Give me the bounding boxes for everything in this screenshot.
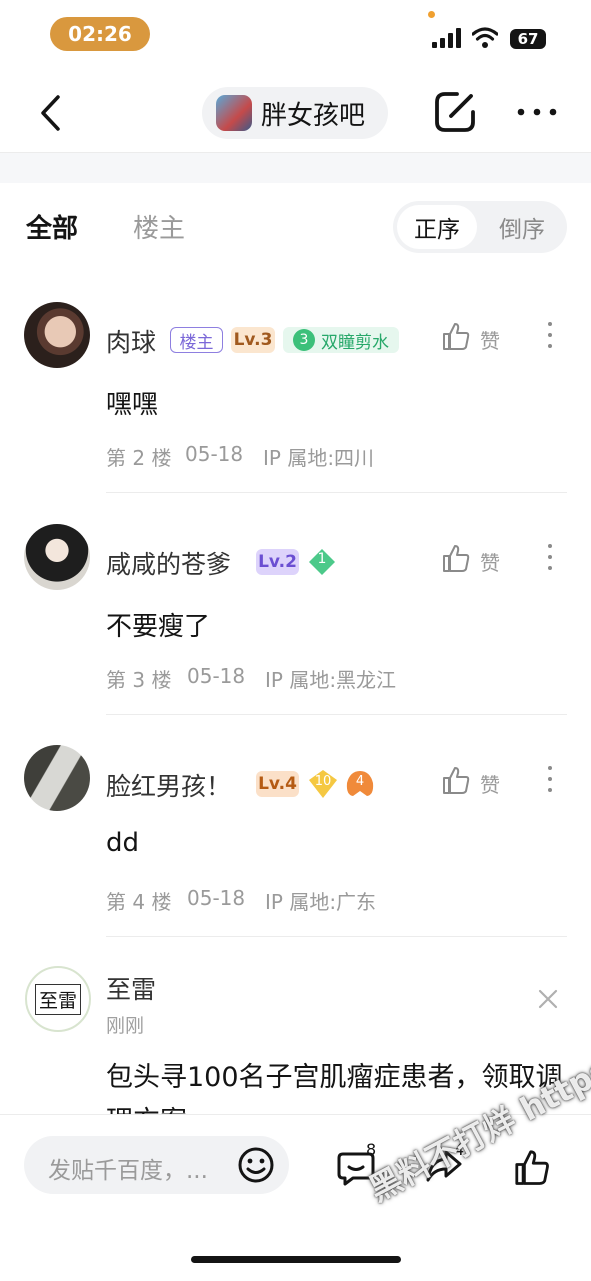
tab-all[interactable]: 全部	[26, 208, 78, 245]
op-badge: 楼主	[170, 327, 223, 353]
signal-icon	[432, 28, 464, 48]
special-badge-level: 4	[355, 774, 365, 789]
comment-floor: 第 3 楼	[106, 668, 172, 692]
fan-title: 双瞳剪水	[321, 332, 389, 353]
comment-more-icon[interactable]	[547, 544, 553, 572]
privacy-indicator-dot	[428, 11, 435, 18]
comment-more-icon[interactable]	[547, 322, 553, 350]
like-label[interactable]: 赞	[480, 547, 500, 576]
comment-floor: 第 4 楼	[106, 890, 172, 914]
fan-level: 1	[317, 551, 327, 567]
ad-name[interactable]: 至雷	[106, 970, 156, 1006]
fan-title-badge: 3 双瞳剪水	[283, 327, 399, 353]
fan-level-gem-icon: 3	[293, 329, 315, 351]
edit-post-icon[interactable]	[433, 90, 477, 134]
fan-level: 10	[314, 774, 332, 789]
avatar[interactable]	[24, 745, 90, 811]
fan-level-gem-icon: 1	[307, 548, 337, 576]
comment-ip: IP 属地:黑龙江	[265, 668, 397, 692]
comment-date: 05-18	[187, 886, 246, 910]
comment-more-icon[interactable]	[547, 766, 553, 794]
special-badge-icon: 4	[344, 769, 376, 799]
wifi-icon	[472, 27, 498, 48]
comment-ip: IP 属地:广东	[265, 890, 377, 914]
comment-text: 不要瘦了	[106, 612, 211, 642]
comment-divider	[106, 492, 567, 493]
forum-title-pill[interactable]: 胖女孩吧	[202, 87, 388, 139]
forum-avatar	[216, 95, 252, 131]
emoji-icon[interactable]	[237, 1146, 275, 1184]
comment-ip: IP 属地:四川	[263, 446, 375, 470]
comment-text: dd	[106, 828, 140, 858]
comment-date: 05-18	[187, 664, 246, 688]
sort-ascending-button[interactable]: 正序	[397, 205, 477, 249]
tab-op-only[interactable]: 楼主	[133, 208, 185, 245]
comment-divider	[106, 936, 567, 937]
comment-username[interactable]: 脸红男孩！	[106, 767, 231, 803]
close-icon[interactable]	[537, 988, 559, 1010]
avatar[interactable]	[24, 302, 90, 368]
reply-input-placeholder: 发贴千百度，...	[48, 1158, 208, 1184]
ad-time: 刚刚	[106, 1015, 145, 1037]
sort-descending-button[interactable]: 倒序	[480, 205, 564, 249]
ad-avatar[interactable]: 至雷	[25, 966, 91, 1032]
like-label[interactable]: 赞	[480, 769, 500, 798]
like-label[interactable]: 赞	[480, 325, 500, 354]
ad-avatar-text: 至雷	[34, 983, 81, 1015]
home-indicator[interactable]	[191, 1256, 401, 1263]
comment-date: 05-18	[185, 442, 244, 466]
status-time: 02:26	[50, 17, 150, 51]
more-options-icon[interactable]	[517, 108, 557, 116]
thumbs-up-icon[interactable]	[512, 1148, 552, 1186]
back-arrow-icon[interactable]	[38, 94, 64, 132]
comment-text: 嘿嘿	[106, 390, 159, 420]
forum-name: 胖女孩吧	[261, 100, 366, 131]
comment-username[interactable]: 咸咸的苍爹	[106, 545, 231, 581]
thumbs-up-icon[interactable]	[442, 543, 470, 573]
level-badge: Lv.3	[231, 327, 275, 353]
fan-level-gem-icon: 10	[307, 769, 339, 799]
level-badge: Lv.2	[256, 549, 299, 575]
battery-icon: 67	[510, 29, 546, 49]
thumbs-up-icon[interactable]	[442, 765, 470, 795]
comment-username[interactable]: 肉球	[106, 323, 156, 359]
level-badge: Lv.4	[256, 771, 299, 797]
avatar[interactable]	[24, 524, 90, 590]
comment-floor: 第 2 楼	[106, 446, 172, 470]
thumbs-up-icon[interactable]	[442, 321, 470, 351]
section-divider	[0, 152, 591, 183]
comment-count: 8	[366, 1140, 377, 1159]
comment-divider	[106, 714, 567, 715]
